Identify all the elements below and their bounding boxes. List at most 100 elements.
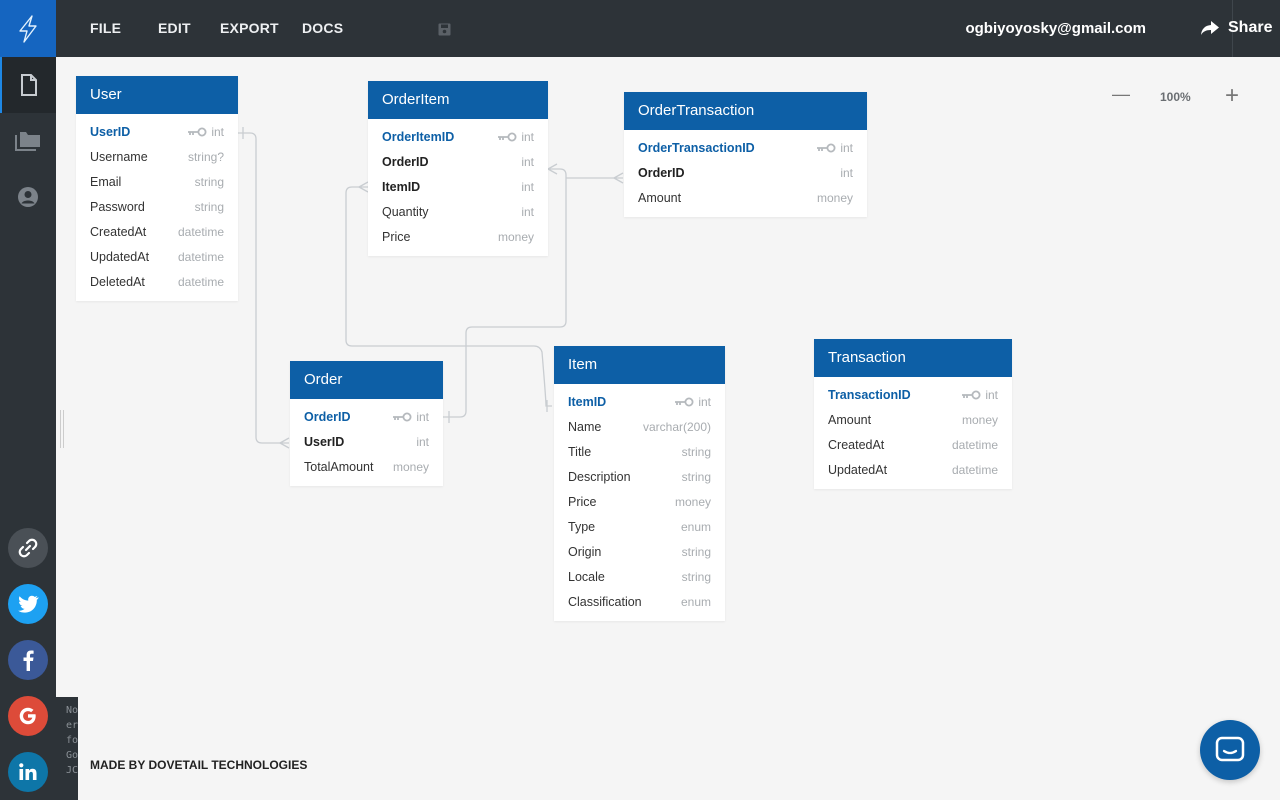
field-row[interactable]: UpdatedAt datetime <box>814 457 1012 482</box>
field-row[interactable]: ItemID int <box>554 389 725 414</box>
menu-edit[interactable]: EDIT <box>158 20 191 36</box>
field-row[interactable]: TransactionID int <box>814 382 1012 407</box>
field-row[interactable]: Name varchar(200) <box>554 414 725 439</box>
table-orderitem[interactable]: OrderItem OrderItemID int OrderID int ItemID… <box>368 81 548 256</box>
zoom-in-button[interactable]: + <box>1225 82 1239 110</box>
field-type: money <box>498 230 534 244</box>
field-name: Origin <box>568 544 602 559</box>
menu-file[interactable]: FILE <box>90 20 121 36</box>
field-row[interactable]: TotalAmount money <box>290 454 443 479</box>
user-email[interactable]: ogbiyoyosky@gmail.com <box>965 20 1146 37</box>
field-row[interactable]: CreatedAt datetime <box>814 432 1012 457</box>
table-ordertransaction[interactable]: OrderTransaction OrderTransactionID int Or… <box>624 92 867 217</box>
zoom-out-button[interactable]: — <box>1112 84 1130 105</box>
field-type-label: datetime <box>951 437 998 452</box>
field-name: UserID <box>90 124 131 139</box>
table-order-header[interactable]: Order <box>290 361 443 399</box>
field-type: int <box>816 141 853 155</box>
field-name: OrderItemID <box>382 129 455 144</box>
panel-resize-handle[interactable] <box>60 410 64 448</box>
diagram-canvas[interactable]: User UserID int Username string? Email string… <box>56 57 1280 800</box>
field-row[interactable]: Password string <box>76 194 238 219</box>
table-order[interactable]: Order OrderID int UserID int TotalAmount mone… <box>290 361 443 486</box>
field-row[interactable]: Title string <box>554 439 725 464</box>
field-row[interactable]: Email string <box>76 169 238 194</box>
field-type-label: int <box>211 124 224 139</box>
field-row[interactable]: Price money <box>554 489 725 514</box>
field-row[interactable]: OrderItemID int <box>368 124 548 149</box>
field-row[interactable]: Price money <box>368 224 548 249</box>
field-row[interactable]: Classification enum <box>554 589 725 614</box>
field-row[interactable]: Origin string <box>554 539 725 564</box>
console-panel: No er fo Go JC <box>56 697 78 800</box>
save-icon[interactable] <box>438 23 451 36</box>
field-row[interactable]: OrderID int <box>290 404 443 429</box>
field-name: ItemID <box>382 179 421 194</box>
linkedin-share-button[interactable] <box>8 752 48 792</box>
field-type-label: datetime <box>951 462 998 477</box>
field-name: OrderID <box>638 165 685 180</box>
field-type-label: int <box>840 165 853 180</box>
field-row[interactable]: Amount money <box>624 185 867 210</box>
field-row[interactable]: Type enum <box>554 514 725 539</box>
field-row[interactable]: CreatedAt datetime <box>76 219 238 244</box>
field-name: Type <box>568 519 596 534</box>
primary-key-icon <box>962 390 981 399</box>
field-type: datetime <box>178 275 224 289</box>
field-row[interactable]: Quantity int <box>368 199 548 224</box>
field-type-label: int <box>416 434 429 449</box>
field-type-label: string <box>681 469 711 484</box>
field-row[interactable]: DeletedAt datetime <box>76 269 238 294</box>
chat-button[interactable] <box>1200 720 1260 780</box>
menu-docs[interactable]: DOCS <box>302 20 343 36</box>
sidebar-account-button[interactable] <box>0 169 56 225</box>
facebook-share-button[interactable] <box>8 640 48 680</box>
field-row[interactable]: UpdatedAt datetime <box>76 244 238 269</box>
field-row[interactable]: Username string? <box>76 144 238 169</box>
field-type-label: string <box>194 174 224 189</box>
table-item[interactable]: Item ItemID int Name varchar(200) Title strin… <box>554 346 725 621</box>
field-row[interactable]: Description string <box>554 464 725 489</box>
field-row[interactable]: OrderID int <box>624 160 867 185</box>
table-item-header[interactable]: Item <box>554 346 725 384</box>
sidebar-folders-button[interactable] <box>0 113 56 169</box>
console-line: JC <box>66 765 78 776</box>
field-name: Classification <box>568 594 642 609</box>
field-type: int <box>392 410 429 424</box>
table-user-header[interactable]: User <box>76 76 238 114</box>
table-orderitem-header[interactable]: OrderItem <box>368 81 548 119</box>
google-share-button[interactable] <box>8 696 48 736</box>
field-type-label: int <box>521 129 534 144</box>
field-type-label: string <box>194 199 224 214</box>
app-logo[interactable] <box>0 0 56 57</box>
field-type: string <box>682 470 711 484</box>
field-type-label: money <box>816 190 853 205</box>
field-type: int <box>521 155 534 169</box>
field-name: OrderTransactionID <box>638 140 755 155</box>
field-row[interactable]: OrderID int <box>368 149 548 174</box>
field-type-label: string <box>681 544 711 559</box>
made-by-credit[interactable]: MADE BY DOVETAIL TECHNOLOGIES <box>90 758 307 772</box>
field-row[interactable]: UserID int <box>290 429 443 454</box>
table-transaction-header[interactable]: Transaction <box>814 339 1012 377</box>
table-ordertransaction-header[interactable]: OrderTransaction <box>624 92 867 130</box>
menu-export[interactable]: EXPORT <box>220 20 279 36</box>
field-row[interactable]: UserID int <box>76 119 238 144</box>
sidebar-document-button[interactable] <box>0 57 56 113</box>
field-row[interactable]: Locale string <box>554 564 725 589</box>
share-button[interactable]: Share <box>1200 19 1272 37</box>
field-type-label: datetime <box>177 274 224 289</box>
field-row[interactable]: OrderTransactionID int <box>624 135 867 160</box>
field-type-label: money <box>674 494 711 509</box>
field-name: Title <box>568 444 592 459</box>
copy-link-button[interactable] <box>8 528 48 568</box>
field-type-label: int <box>521 204 534 219</box>
field-name: Amount <box>828 412 872 427</box>
field-row[interactable]: ItemID int <box>368 174 548 199</box>
table-user[interactable]: User UserID int Username string? Email string… <box>76 76 238 301</box>
table-transaction[interactable]: Transaction TransactionID int Amount money C… <box>814 339 1012 489</box>
twitter-share-button[interactable] <box>8 584 48 624</box>
field-name: DeletedAt <box>90 274 145 289</box>
console-line: No <box>66 705 78 716</box>
field-row[interactable]: Amount money <box>814 407 1012 432</box>
